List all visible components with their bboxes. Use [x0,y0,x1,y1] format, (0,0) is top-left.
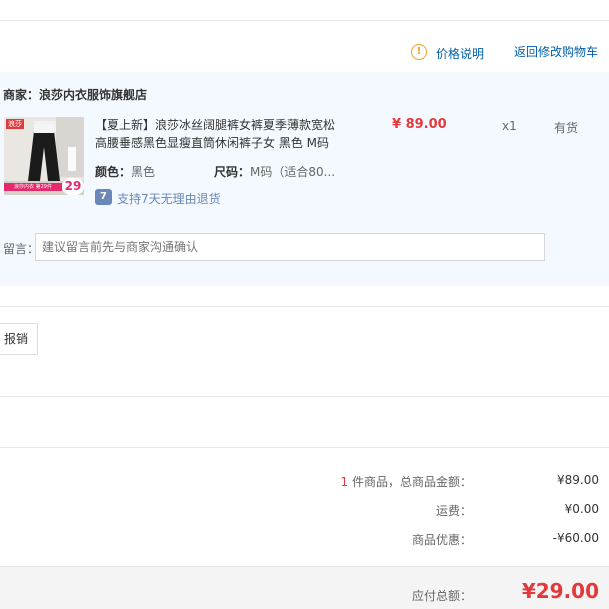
color-value: 黑色 [131,165,156,179]
promo-banner: 浪莎内衣 第29件 [4,183,62,191]
product-title-line2: 高腰垂感黑色显瘦直筒休闲裤子女 黑色 M码 [95,136,329,150]
size-value: M码（适合80... [250,165,336,179]
promo-badge: 29 [62,178,84,195]
item-count-suffix: 件商品，总商品金额： [348,475,472,489]
stock-status: 有货 [554,121,579,135]
size-label: 尺码： [214,165,251,179]
discount-label: 商品优惠： [411,533,472,547]
info-icon[interactable]: ! [411,44,427,60]
payable-bar: 应付总额： ¥29.00 [0,566,609,609]
brand-logo: 浪莎 [6,119,24,129]
discount-value: -¥60.00 [552,531,599,545]
back-to-cart-link[interactable]: 返回修改购物车 [514,43,598,60]
merchant-name[interactable]: 浪莎内衣服饰旗舰店 [39,88,147,102]
product-thumbnail[interactable]: 浪莎 浪莎内衣 第29件 29 [4,117,84,195]
section-divider [0,306,609,307]
color-attr: 颜色：黑色 [95,163,155,180]
section-divider [0,396,609,397]
note-label: 留言： [3,242,40,256]
shipping-label: 运费： [435,504,472,518]
top-divider [0,20,609,21]
merchant-label: 商家： [3,88,40,102]
product-price: ¥ 89.00 [392,117,447,132]
merchant-row: 商家：浪莎内衣服饰旗舰店 [3,86,147,103]
note-input[interactable] [35,233,545,261]
shipping-value: ¥0.00 [564,502,599,516]
product-title-link[interactable]: 【夏上新】浪莎冰丝阔腿裤女裤夏季薄款宽松 高腰垂感黑色显瘦直筒休闲裤子女 黑色 … [95,116,355,152]
payable-label: 应付总额： [411,589,472,603]
goods-total-value: ¥89.00 [557,473,599,487]
seven-day-return-icon: 7 [95,189,112,205]
color-label: 颜色： [95,165,132,179]
section-divider [0,447,609,448]
product-title-line1: 【夏上新】浪莎冰丝阔腿裤女裤夏季薄款宽松 [95,118,336,132]
product-quantity: x1 [502,119,517,133]
reimbursement-button[interactable]: 报销 [0,323,38,355]
payable-value: ¥29.00 [521,579,599,603]
size-attr: 尺码：M码（适合80... [214,163,335,180]
summary-goods-label: 1 件商品，总商品金额： [341,473,472,490]
price-info-link[interactable]: 价格说明 [436,45,484,62]
return-policy-text[interactable]: 支持7天无理由退货 [117,190,221,207]
